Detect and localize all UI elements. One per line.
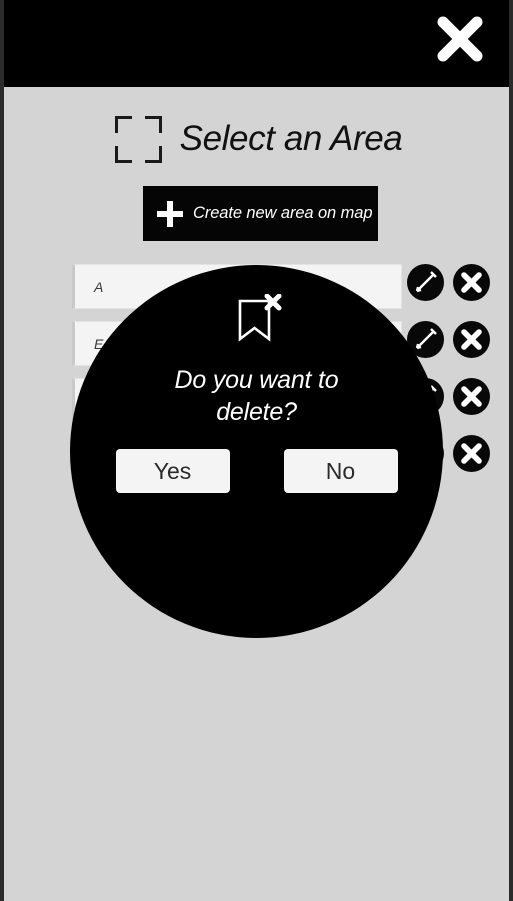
edit-area-button[interactable]	[407, 264, 444, 301]
close-circle-icon	[453, 321, 490, 358]
row-actions	[407, 264, 490, 301]
confirm-yes-button[interactable]: Yes	[115, 449, 230, 493]
close-button[interactable]	[430, 9, 490, 69]
top-bar	[4, 0, 509, 87]
create-new-area-button[interactable]: Create new area on map	[143, 186, 378, 241]
close-icon	[430, 9, 490, 69]
page-title: Select an Area	[179, 119, 403, 158]
close-circle-icon	[453, 378, 490, 415]
delete-area-button[interactable]	[453, 435, 490, 472]
close-circle-icon	[453, 264, 490, 301]
close-circle-icon	[453, 435, 490, 472]
bookmark-remove-icon	[229, 293, 285, 346]
pencil-icon	[407, 264, 444, 301]
row-actions	[407, 321, 490, 358]
confirm-delete-dialog: Do you want to delete? Yes No	[70, 265, 443, 638]
confirm-no-button[interactable]: No	[283, 449, 398, 493]
delete-area-button[interactable]	[453, 264, 490, 301]
confirm-message: Do you want to delete?	[174, 366, 339, 426]
delete-area-button[interactable]	[453, 378, 490, 415]
app-screen: Select an Area Create new area on map A	[0, 0, 513, 901]
confirm-actions: Yes No	[115, 449, 398, 493]
page-header: Select an Area	[4, 104, 509, 174]
delete-area-button[interactable]	[453, 321, 490, 358]
plus-icon	[157, 200, 183, 227]
crop-frame-icon	[114, 115, 162, 163]
create-new-area-label: Create new area on map	[193, 204, 373, 222]
